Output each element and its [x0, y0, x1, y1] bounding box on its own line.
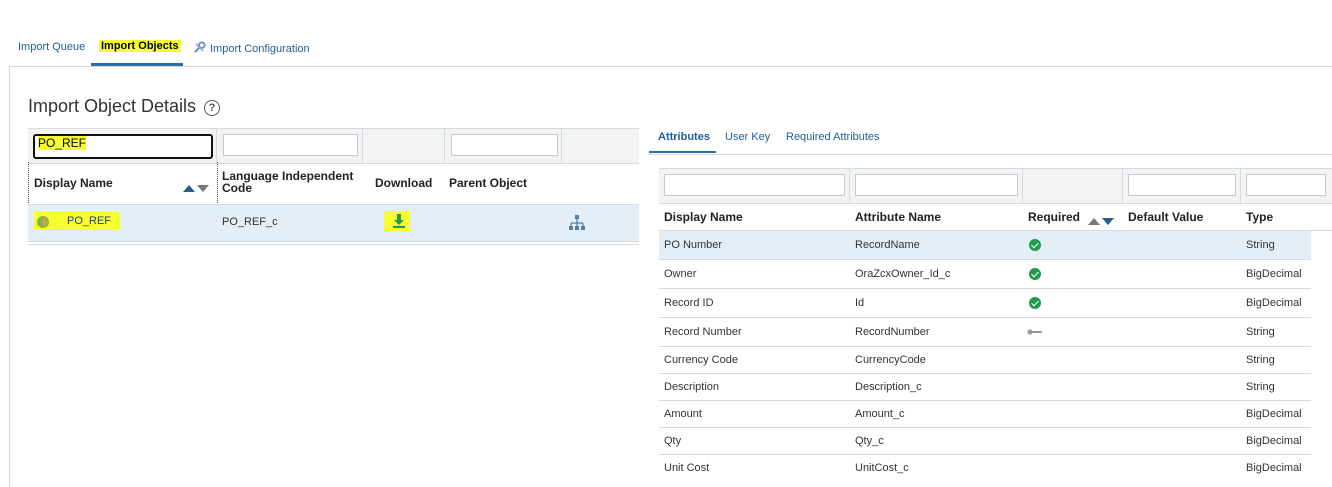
type-filter-input[interactable]: [1246, 174, 1326, 196]
tab-attributes[interactable]: Attributes: [658, 131, 710, 143]
cell-attribute-name: Amount_c: [855, 408, 905, 420]
table-row[interactable]: PO Number RecordName String: [659, 231, 1311, 260]
filter-cell: [1022, 169, 1123, 203]
tab-import-queue[interactable]: Import Queue: [18, 41, 85, 53]
active-tab-indicator: [649, 151, 716, 153]
table-row[interactable]: Owner OraZcxOwner_Id_c BigDecimal: [659, 260, 1311, 289]
cell-attribute-name: RecordNumber: [855, 326, 930, 338]
top-tab-bar: Import Queue Import Objects Import Confi…: [0, 0, 1332, 66]
import-objects-table: PO_REF Display Name Language Independent…: [28, 128, 639, 248]
object-icon: [37, 216, 49, 228]
header-line-2: Code: [222, 181, 252, 195]
cell-display-name: Unit Cost: [664, 462, 710, 474]
filter-cell: [1240, 169, 1332, 203]
cell-display-name: Currency Code: [664, 354, 738, 366]
tab-import-configuration[interactable]: Import Configuration: [193, 41, 310, 55]
header-required[interactable]: Required: [1028, 210, 1080, 224]
cell-attribute-name: Qty_c: [855, 435, 884, 447]
display-name-filter-input[interactable]: PO_REF: [33, 134, 213, 159]
table-row[interactable]: Description Description_c String: [659, 374, 1311, 401]
cell-attribute-name: Id: [855, 297, 865, 309]
table-row[interactable]: PO_REF PO_REF_c: [28, 205, 639, 242]
table-row[interactable]: Unit Cost UnitCost_c BigDecimal: [659, 455, 1311, 481]
cell-type: String: [1246, 239, 1275, 251]
sort-arrows-icon[interactable]: [183, 179, 209, 197]
object-code: PO_REF_c: [222, 216, 278, 228]
tab-import-objects[interactable]: Import Objects: [99, 40, 181, 52]
object-name-link[interactable]: PO_REF: [67, 215, 111, 227]
tab-required-attributes[interactable]: Required Attributes: [786, 131, 880, 143]
cell-type: String: [1246, 354, 1275, 366]
attribute-name-filter-input[interactable]: [855, 174, 1018, 196]
table-row[interactable]: Amount Amount_c BigDecimal: [659, 401, 1311, 428]
cell-display-name: Description: [664, 381, 720, 393]
cell-display-name: PO Number: [664, 239, 723, 251]
filter-cell: [444, 129, 562, 163]
cell-display-name: Amount: [664, 408, 702, 420]
page-title: Import Object Details: [28, 96, 197, 116]
header-display-name[interactable]: Display Name: [664, 210, 743, 224]
header-download: Download: [375, 176, 433, 190]
table-row[interactable]: Qty Qty_c BigDecimal: [659, 428, 1311, 455]
header-language-independent-code[interactable]: Language Independent Code: [222, 170, 353, 194]
filter-cell: [849, 169, 1023, 203]
header-attribute-name[interactable]: Attribute Name: [855, 210, 941, 224]
cell-type: BigDecimal: [1246, 408, 1302, 420]
cell-display-name: Record Number: [664, 326, 742, 338]
download-icon[interactable]: [392, 214, 406, 228]
attributes-table: Display Name Attribute Name Required Def…: [659, 168, 1332, 483]
check-icon: [1029, 239, 1041, 251]
cell-type: String: [1246, 381, 1275, 393]
header-default-value[interactable]: Default Value: [1128, 210, 1203, 224]
cell-display-name: Owner: [664, 268, 697, 280]
header-type[interactable]: Type: [1246, 210, 1273, 224]
tab-user-key[interactable]: User Key: [725, 131, 770, 143]
divider: [28, 244, 639, 245]
cell-attribute-name: CurrencyCode: [855, 354, 926, 366]
header-parent-object: Parent Object: [449, 176, 528, 190]
filter-cell: [1122, 169, 1241, 203]
filter-cell: [362, 129, 445, 163]
filter-value: PO_REF: [38, 136, 87, 150]
attributes-tab-bar: Attributes User Key Required Attributes: [649, 128, 1332, 155]
table-header: Display Name Attribute Name Required Def…: [659, 202, 1332, 231]
tab-import-configuration-label: Import Configuration: [210, 43, 310, 55]
table-header: Display Name Language Independent Code Do…: [28, 162, 639, 205]
cell-type: BigDecimal: [1246, 462, 1302, 474]
cell-type: BigDecimal: [1246, 435, 1302, 447]
table-row[interactable]: Record Number RecordNumber String: [659, 318, 1311, 347]
display-name-filter-input[interactable]: [664, 174, 845, 196]
tools-icon: [194, 41, 206, 53]
cell-attribute-name: UnitCost_c: [855, 462, 909, 474]
cell-attribute-name: OraZcxOwner_Id_c: [855, 268, 951, 280]
code-filter-input[interactable]: [223, 134, 358, 156]
key-icon: [1027, 329, 1042, 335]
help-icon[interactable]: ?: [204, 100, 220, 116]
filter-row: [659, 168, 1332, 204]
cell-attribute-name: RecordName: [855, 239, 920, 251]
hierarchy-icon[interactable]: [568, 214, 586, 232]
cell-display-name: Qty: [664, 435, 682, 447]
check-icon: [1029, 297, 1041, 309]
cell-type: String: [1246, 326, 1275, 338]
cell-type: BigDecimal: [1246, 297, 1302, 309]
cell-attribute-name: Description_c: [855, 381, 922, 393]
default-value-filter-input[interactable]: [1128, 174, 1236, 196]
sort-arrows-icon[interactable]: [1088, 212, 1114, 230]
header-display-name[interactable]: Display Name: [34, 176, 113, 190]
check-icon: [1029, 268, 1041, 280]
filter-row: PO_REF: [28, 128, 639, 164]
cell-display-name: Record ID: [664, 297, 714, 309]
cell-type: BigDecimal: [1246, 268, 1302, 280]
parent-object-filter-input[interactable]: [451, 134, 558, 156]
table-row[interactable]: Currency Code CurrencyCode String: [659, 347, 1311, 374]
table-row[interactable]: Record ID Id BigDecimal: [659, 289, 1311, 318]
filter-cell: [561, 129, 640, 163]
filter-cell: [216, 129, 363, 163]
